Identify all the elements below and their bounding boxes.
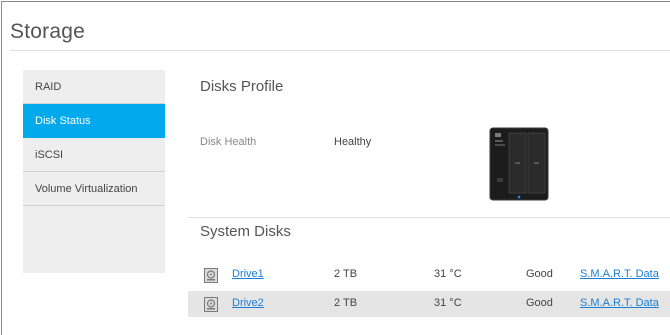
storage-panel: Storage RAID Disk Status iSCSI Volume Vi… (1, 1, 670, 335)
system-disks-heading: System Disks (200, 223, 291, 240)
sidebar-item-disk-status[interactable]: Disk Status (23, 104, 165, 138)
disk-health-value: Healthy (334, 136, 372, 148)
sidebar-item-raid[interactable]: RAID (23, 70, 165, 104)
sidebar-item-label: Disk Status (35, 115, 91, 127)
disk-health-label: Disk Health (200, 136, 257, 148)
drive-name-link[interactable]: Drive1 (232, 268, 264, 280)
sidebar-item-volume-virtualization[interactable]: Volume Virtualization (23, 172, 165, 206)
smart-data-link[interactable]: S.M.A.R.T. Data (580, 268, 659, 280)
drive-size: 2 TB (334, 268, 358, 280)
title-divider (10, 50, 670, 51)
table-row: Drive2 2 TB 31 °C Good S.M.A.R.T. Data (188, 291, 670, 317)
section-divider (188, 217, 670, 218)
hard-drive-icon (204, 268, 218, 283)
drive-status: Good (526, 297, 553, 309)
drive-status: Good (526, 268, 553, 280)
sidebar-item-label: iSCSI (35, 148, 64, 161)
sidebar: RAID Disk Status iSCSI Volume Virtualiza… (23, 70, 165, 273)
page-title: Storage (10, 20, 85, 43)
nas-device-image (488, 126, 550, 202)
drive-size: 2 TB (334, 297, 358, 309)
drive-temperature: 31 °C (434, 297, 462, 309)
table-row: Drive1 2 TB 31 °C Good S.M.A.R.T. Data (188, 262, 670, 288)
drive-name-link[interactable]: Drive2 (232, 297, 264, 309)
sidebar-item-label: RAID (35, 80, 62, 93)
drive-temperature: 31 °C (434, 268, 462, 280)
disks-profile-heading: Disks Profile (200, 78, 284, 95)
smart-data-link[interactable]: S.M.A.R.T. Data (580, 297, 659, 309)
hard-drive-icon (204, 297, 218, 312)
sidebar-item-iscsi[interactable]: iSCSI (23, 138, 165, 172)
sidebar-item-label: Volume Virtualization (35, 182, 138, 195)
